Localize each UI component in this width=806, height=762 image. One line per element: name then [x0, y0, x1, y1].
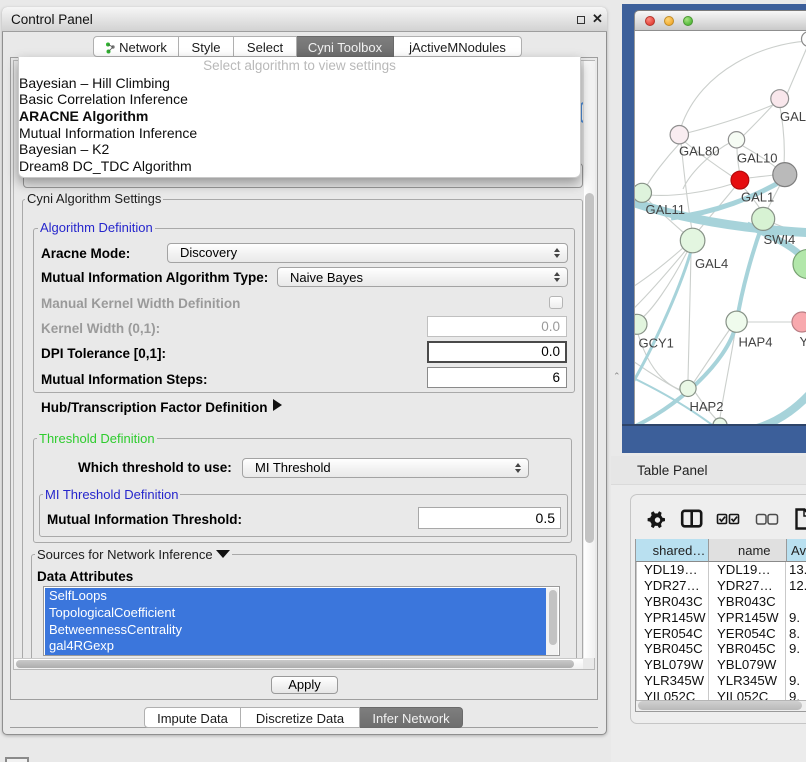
svg-text:SWI4: SWI4 — [764, 232, 796, 247]
svg-text:HAP4: HAP4 — [739, 335, 773, 350]
svg-text:GAL1: GAL1 — [741, 190, 774, 205]
svg-text:GAL10: GAL10 — [737, 151, 777, 166]
svg-text:GCY1: GCY1 — [639, 336, 674, 351]
svg-text:GAL4: GAL4 — [695, 256, 728, 271]
svg-text:HAP2: HAP2 — [690, 399, 724, 414]
svg-text:GAL7: GAL7 — [780, 109, 806, 124]
svg-text:YB: YB — [800, 334, 806, 349]
svg-text:GAL11: GAL11 — [646, 202, 686, 217]
svg-text:GAL80: GAL80 — [679, 144, 719, 159]
